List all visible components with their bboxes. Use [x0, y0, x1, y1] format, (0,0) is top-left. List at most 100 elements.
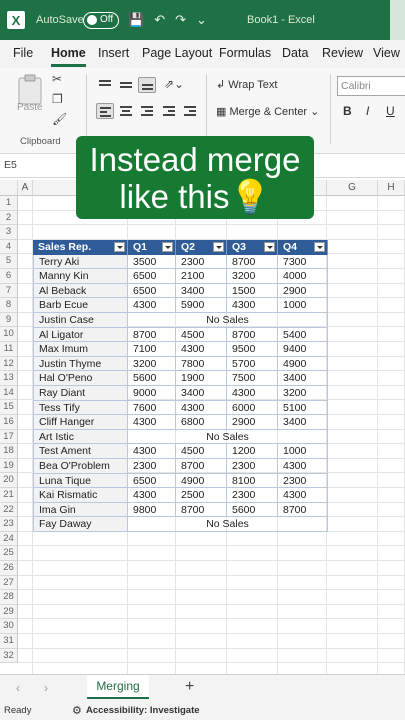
- align-center-button[interactable]: [117, 103, 135, 119]
- next-sheet-icon[interactable]: ›: [44, 681, 48, 695]
- table-cell-value[interactable]: 4900: [278, 356, 328, 372]
- table-cell-name[interactable]: Cliff Hanger: [33, 415, 128, 430]
- table-cell-name[interactable]: Manny Kin: [33, 269, 128, 284]
- accessibility-status[interactable]: Accessibility: Investigate: [86, 705, 200, 716]
- table-cell-value[interactable]: 6500: [128, 269, 176, 284]
- table-cell-value[interactable]: 7100: [128, 342, 176, 357]
- table-cell-value[interactable]: 3200: [128, 356, 176, 372]
- row-header-14[interactable]: 14: [0, 385, 18, 401]
- table-cell-value[interactable]: 4500: [176, 444, 227, 459]
- row-header-22[interactable]: 22: [0, 502, 18, 518]
- table-cell-value[interactable]: 7800: [176, 356, 227, 372]
- table-cell-value[interactable]: 8700: [227, 254, 278, 270]
- row-header-19[interactable]: 19: [0, 458, 18, 474]
- table-cell-name[interactable]: Kai Rismatic: [33, 488, 128, 503]
- table-cell-value[interactable]: 1900: [176, 371, 227, 386]
- table-cell-value[interactable]: 2300: [128, 459, 176, 474]
- table-header-cell[interactable]: Q3: [227, 240, 278, 255]
- table-cell-name[interactable]: Bea O'Problem: [33, 459, 128, 474]
- row-header-3[interactable]: 3: [0, 225, 18, 240]
- table-cell-value[interactable]: 6800: [176, 415, 227, 430]
- table-cell-value[interactable]: 8700: [227, 327, 278, 343]
- row-header-11[interactable]: 11: [0, 342, 18, 357]
- filter-dropdown-icon[interactable]: [264, 242, 275, 252]
- table-cell-value[interactable]: 9500: [227, 342, 278, 357]
- accessibility-icon[interactable]: ⚙: [72, 704, 82, 717]
- merged-no-sales-cell[interactable]: No Sales: [128, 313, 328, 328]
- align-left-button[interactable]: [96, 103, 114, 119]
- prev-sheet-icon[interactable]: ‹: [16, 681, 20, 695]
- table-cell-value[interactable]: 8700: [176, 459, 227, 474]
- table-cell-name[interactable]: Hal O'Peno: [33, 371, 128, 386]
- row-header-27[interactable]: 27: [0, 575, 18, 591]
- table-cell-value[interactable]: 8700: [278, 502, 328, 518]
- bottom-align-button[interactable]: [138, 77, 156, 93]
- table-cell-name[interactable]: Fay Daway: [33, 517, 128, 532]
- row-header-13[interactable]: 13: [0, 371, 18, 386]
- table-cell-value[interactable]: 7300: [278, 254, 328, 270]
- table-cell-value[interactable]: 5700: [227, 356, 278, 372]
- row-header-15[interactable]: 15: [0, 400, 18, 415]
- table-cell-value[interactable]: 4300: [128, 415, 176, 430]
- increase-indent-button[interactable]: [181, 103, 199, 119]
- row-header-6[interactable]: 6: [0, 269, 18, 284]
- table-cell-value[interactable]: 4900: [176, 473, 227, 489]
- filter-dropdown-icon[interactable]: [314, 242, 325, 252]
- select-all-corner[interactable]: [0, 180, 18, 196]
- table-cell-value[interactable]: 4300: [278, 459, 328, 474]
- row-header-20[interactable]: 20: [0, 473, 18, 488]
- top-align-button[interactable]: [96, 77, 114, 93]
- table-cell-value[interactable]: 4300: [128, 298, 176, 313]
- row-header-10[interactable]: 10: [0, 327, 18, 342]
- table-cell-value[interactable]: 1000: [278, 298, 328, 313]
- row-header-8[interactable]: 8: [0, 298, 18, 313]
- table-cell-name[interactable]: Justin Case: [33, 313, 128, 328]
- cut-icon[interactable]: ✂: [52, 72, 62, 86]
- table-cell-name[interactable]: Ray Diant: [33, 386, 128, 401]
- table-cell-name[interactable]: Test Ament: [33, 444, 128, 459]
- row-header-9[interactable]: 9: [0, 312, 18, 328]
- table-cell-name[interactable]: Justin Thyme: [33, 356, 128, 372]
- row-header-12[interactable]: 12: [0, 356, 18, 372]
- wrap-text-button[interactable]: ↲ Wrap Text: [216, 78, 277, 91]
- table-cell-value[interactable]: 4300: [128, 444, 176, 459]
- filter-dropdown-icon[interactable]: [114, 242, 125, 252]
- table-cell-value[interactable]: 2500: [176, 488, 227, 503]
- row-header-7[interactable]: 7: [0, 283, 18, 299]
- row-header-31[interactable]: 31: [0, 634, 18, 649]
- format-painter-icon[interactable]: 🖌: [52, 112, 67, 126]
- table-header-cell[interactable]: Q1: [128, 240, 176, 255]
- row-header-24[interactable]: 24: [0, 531, 18, 547]
- merged-no-sales-cell[interactable]: No Sales: [128, 517, 328, 532]
- undo-icon[interactable]: ↶: [154, 12, 165, 28]
- table-cell-value[interactable]: 2900: [278, 283, 328, 299]
- row-header-1[interactable]: 1: [0, 196, 18, 211]
- add-sheet-button[interactable]: +: [185, 678, 194, 696]
- tab-formulas[interactable]: Formulas: [219, 46, 271, 60]
- row-header-2[interactable]: 2: [0, 210, 18, 226]
- font-name-box[interactable]: Calibri: [337, 76, 405, 96]
- row-header-32[interactable]: 32: [0, 648, 18, 664]
- tab-page-layout[interactable]: Page Layout: [142, 46, 212, 60]
- table-cell-name[interactable]: Al Ligator: [33, 327, 128, 343]
- tab-home[interactable]: Home: [51, 46, 86, 67]
- table-cell-value[interactable]: 6500: [128, 473, 176, 489]
- table-cell-name[interactable]: Art Istic: [33, 429, 128, 445]
- tab-review[interactable]: Review: [322, 46, 363, 60]
- table-cell-value[interactable]: 2300: [176, 254, 227, 270]
- table-cell-value[interactable]: 8100: [227, 473, 278, 489]
- chevron-down-icon[interactable]: ⌄: [307, 106, 319, 118]
- table-cell-value[interactable]: 5600: [227, 502, 278, 518]
- copy-icon[interactable]: ❐: [52, 92, 63, 106]
- table-cell-name[interactable]: Barb Ecue: [33, 298, 128, 313]
- row-header-21[interactable]: 21: [0, 488, 18, 503]
- tab-data[interactable]: Data: [282, 46, 308, 60]
- table-header-cell[interactable]: Q4: [278, 240, 328, 255]
- table-cell-value[interactable]: 5400: [278, 327, 328, 343]
- table-cell-value[interactable]: 2900: [227, 415, 278, 430]
- table-cell-value[interactable]: 2300: [227, 488, 278, 503]
- column-header-a[interactable]: A: [18, 180, 33, 196]
- row-header-16[interactable]: 16: [0, 415, 18, 430]
- table-cell-value[interactable]: 3400: [278, 371, 328, 386]
- row-header-4[interactable]: 4: [0, 239, 18, 255]
